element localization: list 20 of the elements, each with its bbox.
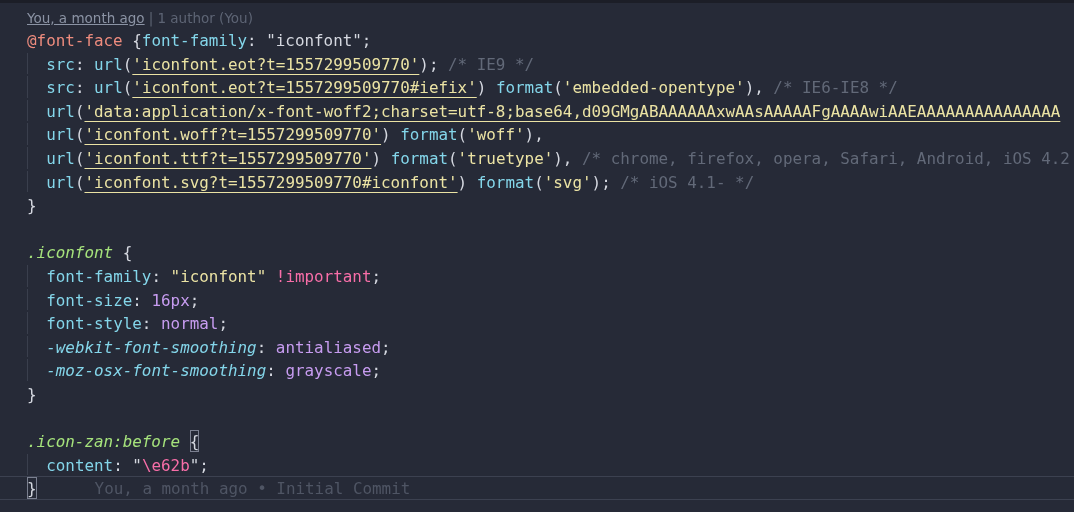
code-line: src: url('iconfont.eot?t=1557299509770'); /* IE9 */ (46, 53, 535, 75)
code-line: .iconfont { (27, 242, 133, 263)
code-line: -moz-osx-font-smoothing: grayscale; (46, 360, 382, 381)
code-line: } (27, 383, 37, 405)
code-line: -webkit-font-smoothing: antialiased; (46, 336, 391, 358)
code-line: font-size: 16px; (46, 289, 200, 311)
code-line: src: url('iconfont.eot?t=1557299509770#iefix') format('embedded-opentype'), /* IE6-IE8 */ (46, 77, 898, 98)
code-line: } (27, 477, 37, 499)
code-line: url('iconfont.ttf?t=1557299509770') format('truetype'), /* chrome, firefox, opera, Safari, Android, iOS 4.2 (46, 147, 1070, 169)
author-summary: | 1 author (You) (148, 10, 253, 26)
code-line: url('iconfont.woff?t=1557299509770') format('woff'), (46, 124, 544, 145)
code-line: content: "\e62b"; (46, 454, 209, 476)
blame-author-link[interactable]: You, a month ago (27, 10, 145, 26)
code-line: url('iconfont.svg?t=1557299509770#iconfont') format('svg'); /* iOS 4.1- */ (46, 171, 755, 193)
code-line: } (27, 195, 37, 216)
code-line: font-style: normal; (46, 313, 228, 334)
code-line: @font-face {font-family: "iconfont"; (27, 30, 372, 51)
code-line: font-family: "iconfont" !important; (46, 265, 382, 287)
code-line: .icon-zan:before { (27, 430, 200, 452)
code-line: url('data:application/x-font-woff2;charset=utf-8;base64,d09GMgABAAAAAAxwAAsAAAAAFgAAAAwiAAEAAAAAAAAAAAAAAA (46, 100, 1061, 122)
